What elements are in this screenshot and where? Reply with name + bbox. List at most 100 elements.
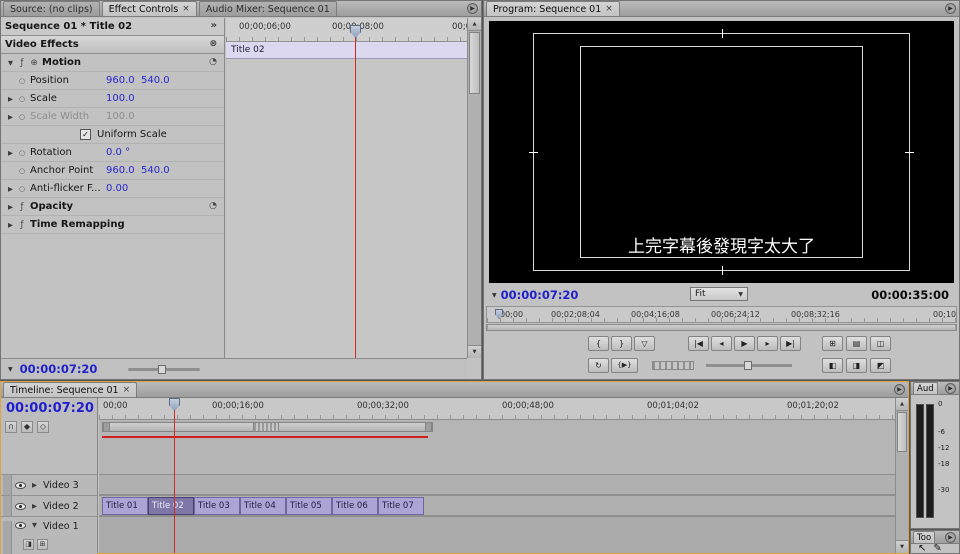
clip-title-06[interactable]: Title 06 [332,497,378,515]
export-frame-button[interactable]: ◫ [870,336,891,351]
ec-current-timecode[interactable]: 00:00:07:20 [20,362,98,376]
cti-line[interactable] [174,408,175,553]
twirl-closed-icon[interactable]: ▶ [5,113,16,121]
clip-title-04[interactable]: Title 04 [240,497,286,515]
effect-name[interactable]: Time Remapping [30,219,125,230]
track-header-video2[interactable]: ▶ Video 2 [1,495,97,516]
effect-row-motion[interactable]: ▼ ƒ ⊕ Motion ◔ [1,54,224,72]
tab-program[interactable]: Program: Sequence 01 × [486,1,620,16]
scroll-up-icon[interactable]: ▲ [468,18,481,31]
clip-title-07[interactable]: Title 07 [378,497,424,515]
clip-bar-title02[interactable]: Title 02 [226,42,467,59]
shuttle-thumb[interactable] [744,361,752,370]
param-value[interactable]: 0.0 ° [106,147,141,158]
set-in-point-button[interactable]: { [588,336,609,351]
toggle-animation-icon[interactable]: ○ [16,167,28,175]
cti-line[interactable] [355,36,356,358]
set-out-point-button[interactable]: } [611,336,632,351]
tab-audio-mixer[interactable]: Audio Mixer: Sequence 01 [199,1,337,16]
eye-icon[interactable] [15,482,26,489]
zoom-slider-thumb[interactable] [158,365,166,374]
jog-disk[interactable] [652,361,694,370]
scroll-thumb[interactable] [897,412,907,452]
timeline-current-timecode[interactable]: 00:00:07:20 [6,401,94,416]
panel-menu-icon[interactable]: ▶ [467,3,478,14]
twirl-closed-icon[interactable]: ▶ [29,502,40,510]
eye-icon[interactable] [15,522,26,529]
selection-tool-icon[interactable]: ↖ [918,543,926,554]
lock-column[interactable] [3,521,12,554]
twirl-open-icon[interactable]: ▼ [5,59,16,67]
twirl-closed-icon[interactable]: ▶ [5,203,16,211]
effect-enable-icon[interactable]: ƒ [16,202,28,212]
work-area-bar[interactable] [102,422,433,432]
twirl-open-icon[interactable]: ▼ [29,521,40,529]
set-marker-button[interactable]: ▽ [634,336,655,351]
panel-menu-icon[interactable]: ▶ [894,384,905,395]
eye-icon[interactable] [15,503,26,510]
timeline-time-ruler[interactable]: 00;00 00;00;16;00 00;00;32;00 00;00;48;0… [99,398,895,420]
toggle-animation-icon[interactable]: ○ [16,185,28,193]
param-value[interactable]: 0.00 [106,183,141,194]
play-around-button[interactable]: {▶} [611,358,638,373]
unnumbered-marker-icon[interactable]: ◇ [37,421,49,433]
zoom-level-select[interactable]: Fit ▼ [690,287,748,301]
effect-row-time-remapping[interactable]: ▶ ƒ Time Remapping [1,216,224,234]
clip-title-02[interactable]: Title 02 [148,497,194,515]
pen-tool-icon[interactable]: ✎ [933,543,941,554]
output-button[interactable]: ▤ [846,336,867,351]
step-back-button[interactable]: ◂ [711,336,732,351]
work-area-center-handle[interactable] [253,423,279,431]
effect-row-opacity[interactable]: ▶ ƒ Opacity ◔ [1,198,224,216]
param-value-x[interactable]: 960.0 [106,165,141,176]
panel-menu-icon[interactable]: ▶ [945,383,956,394]
play-button[interactable]: ▶ [734,336,755,351]
ec-zoom-slider[interactable] [128,368,200,371]
effect-controls-mini-timeline[interactable]: 00;00;06;00 00;00;08;00 00;0 Title 02 [226,18,467,358]
clip-title-01[interactable]: Title 01 [102,497,148,515]
extract-button[interactable]: ◨ [846,358,867,373]
program-video-area[interactable]: 上完字幕後發現字太大了 [489,21,954,283]
scroll-down-icon[interactable]: ▼ [468,345,481,358]
tab-timeline[interactable]: Timeline: Sequence 01 × [3,382,137,397]
tab-source-monitor[interactable]: Source: (no clips) [3,1,100,16]
trim-button[interactable]: ◩ [870,358,891,373]
track-keyframes-icon[interactable]: ⊞ [37,539,48,550]
effect-name[interactable]: Opacity [30,201,73,212]
track-header-video3[interactable]: ▶ Video 3 [1,474,97,495]
effect-enable-icon[interactable]: ƒ [16,220,28,230]
twirl-closed-icon[interactable]: ▶ [5,149,16,157]
program-time-ruler[interactable]: 00;00 00;02;08;04 00;04;16;08 00;06;24;1… [486,306,957,323]
stopwatch-icon[interactable]: ◔ [209,57,217,67]
twirl-closed-icon[interactable]: ▶ [29,481,40,489]
param-value-y[interactable]: 540.0 [141,165,176,176]
tab-effect-controls[interactable]: Effect Controls × [102,1,197,16]
track-video1[interactable] [99,516,895,553]
tab-tools[interactable]: Too [913,531,935,543]
twirl-closed-icon[interactable]: ▶ [5,221,16,229]
twirl-closed-icon[interactable]: ▶ [5,95,16,103]
program-current-timecode[interactable]: 00:00:07:20 [501,288,579,302]
go-to-out-button[interactable]: ▶| [780,336,801,351]
tab-audio-meters[interactable]: Aud [913,382,938,394]
track-display-style-icon[interactable]: ◨ [23,539,34,550]
dropdown-icon[interactable]: ▼ [492,292,497,299]
step-forward-button[interactable]: ▸ [757,336,778,351]
lift-button[interactable]: ◧ [822,358,843,373]
dropdown-icon[interactable]: ▼ [8,366,13,373]
snap-icon[interactable]: ∩ [5,421,17,433]
go-to-in-button[interactable]: |◀ [688,336,709,351]
lock-column[interactable] [3,475,12,495]
clip-title-03[interactable]: Title 03 [194,497,240,515]
stopwatch-icon[interactable]: ◔ [209,201,217,211]
work-area-end-handle[interactable] [425,423,432,431]
timeline-vertical-scrollbar[interactable]: ▲ ▼ [895,398,908,553]
show-hide-timeline-icon[interactable]: » [211,20,217,31]
loop-button[interactable]: ↻ [588,358,609,373]
timeline-track-area[interactable]: 00;00 00;00;16;00 00;00;32;00 00;00;48;0… [99,398,895,553]
chapter-marker-icon[interactable]: ◆ [21,421,33,433]
track-video2[interactable]: Title 01 Title 02 Title 03 Title 04 Titl… [99,495,895,516]
work-area-start-handle[interactable] [103,423,110,431]
close-icon[interactable]: × [605,4,613,14]
close-icon[interactable]: × [182,4,190,14]
